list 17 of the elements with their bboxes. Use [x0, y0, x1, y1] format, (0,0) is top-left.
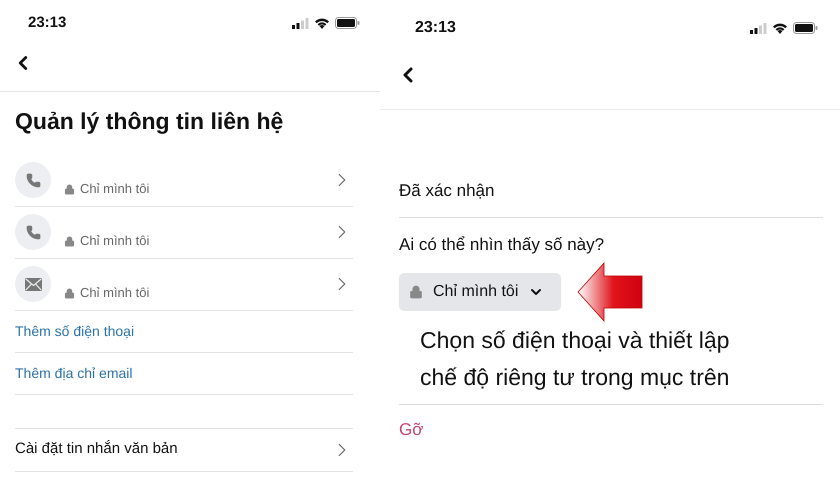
privacy-label: Chỉ mình tôi	[80, 232, 150, 250]
status-time: 23:13	[415, 18, 456, 38]
add-link[interactable]: Thêm số điện thoại	[15, 320, 134, 342]
page-title: Quản lý thông tin liên hệ	[14, 107, 284, 136]
contact-row[interactable]: Chỉ mình tôi	[15, 206, 353, 258]
audience-dropdown[interactable]: Chỉ mình tôi	[399, 272, 561, 310]
visibility-question: Ai có thể nhìn thấy số này?	[399, 234, 606, 256]
status-time: 23:13	[28, 12, 66, 33]
verified-status: Đã xác nhận	[399, 180, 494, 202]
annotation-text: Chọn số điện thoại và thiết lập chế độ riêng tư trong mục trên	[420, 326, 730, 392]
settings-row[interactable]: Cài đặt tin nhắn văn bản	[15, 428, 353, 472]
remove-button[interactable]: Gỡ	[399, 416, 424, 442]
contact-row[interactable]: Chỉ mình tôi	[15, 258, 353, 310]
add-link[interactable]: Thêm địa chỉ email	[15, 362, 132, 384]
privacy-label: Chỉ mình tôi	[80, 284, 150, 302]
contact-row[interactable]: Chỉ mình tôi	[15, 154, 353, 206]
privacy-label: Chỉ mình tôi	[80, 180, 150, 198]
